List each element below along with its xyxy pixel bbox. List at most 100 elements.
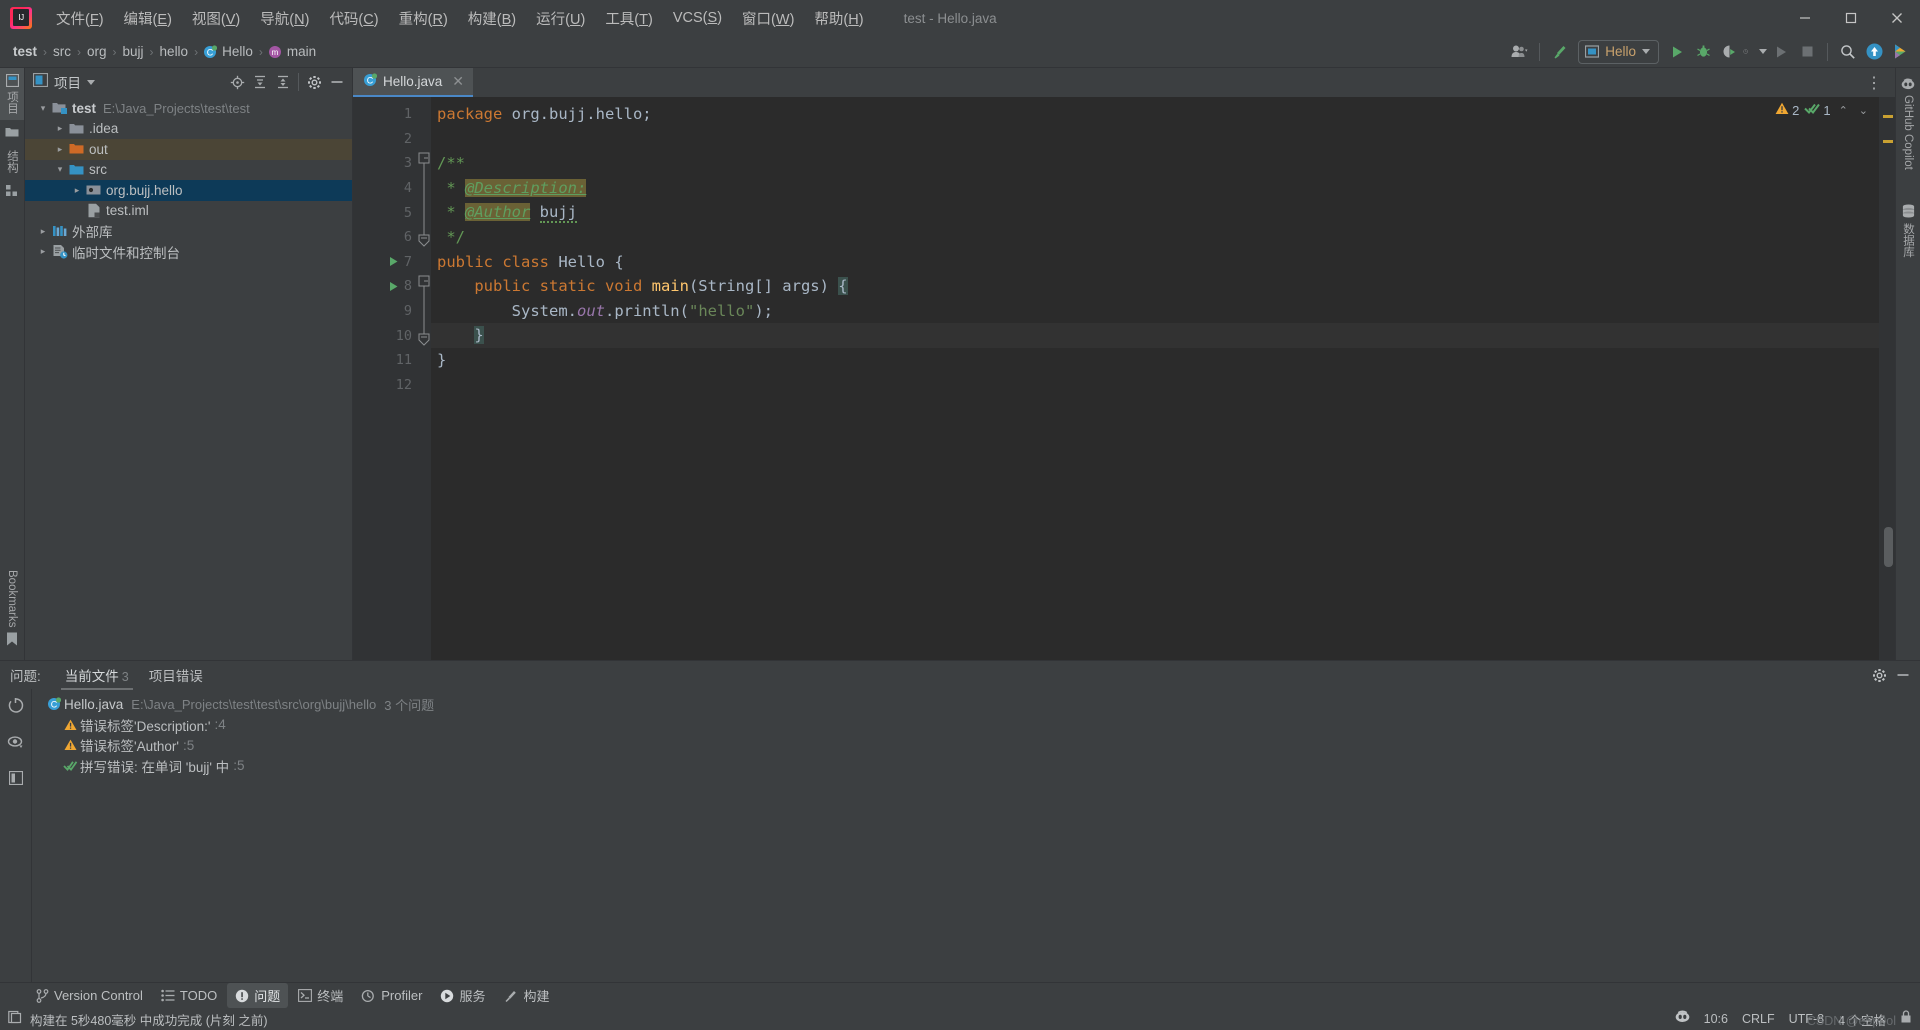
run-icon[interactable] [1665,40,1689,64]
editor-gutter[interactable]: 1 2 3 4 5 6 7 8 9 10 11 12 [353,97,417,660]
hide-panel-icon[interactable] [326,71,348,93]
close-icon[interactable]: ✕ [452,73,464,90]
menu-item-8[interactable]: 工具(T) [595,5,663,32]
gutter-line-5[interactable]: 5 [353,200,417,225]
menu-item-6[interactable]: 构建(B) [458,5,526,32]
gutter-line-9[interactable]: 9 [353,299,417,324]
tree-node-org.bujj.hello[interactable]: ▸ org.bujj.hello [25,180,352,201]
breadcrumb-item-bujj[interactable]: bujj [118,42,149,61]
rerun-icon[interactable] [1769,40,1793,64]
code-line-1[interactable]: package org.bujj.hello; [431,102,1879,127]
maximize-button[interactable] [1828,0,1874,36]
code-folding-column[interactable] [417,97,431,660]
menu-item-0[interactable]: 文件(F) [46,5,114,32]
stripe-item-bookmarks[interactable]: Bookmarks [2,564,22,652]
hammer-icon[interactable] [1548,40,1572,64]
problem-row-2[interactable]: 拼写错误: 在单词 'bujj' 中:5 [32,756,1920,777]
breadcrumb-item-org[interactable]: org [82,42,112,61]
breadcrumb-item-Hello[interactable]: Hello [217,42,258,61]
account-icon[interactable] [1507,40,1531,64]
menu-item-4[interactable]: 代码(C) [319,5,388,32]
toolwindow-button-Profiler[interactable]: Profiler [353,985,430,1006]
breadcrumb-item-src[interactable]: src [48,42,76,61]
chevron-right-icon[interactable]: ▸ [52,144,68,155]
line-separator[interactable]: CRLF [1742,1012,1775,1026]
breadcrumb-item-main[interactable]: main [282,42,321,61]
tree-node-外部库[interactable]: ▸ 外部库 [25,221,352,242]
run-gutter-icon[interactable] [386,256,400,267]
search-icon[interactable] [1836,40,1860,64]
problems-tab-0[interactable]: 当前文件 3 [55,661,139,690]
menu-item-9[interactable]: VCS(S) [663,7,732,29]
code-line-10[interactable]: } [431,323,1879,348]
profiler-icon[interactable] [1743,40,1767,64]
editor-tab-hello-java[interactable]: C Hello.java ✕ [353,68,474,97]
settings-icon[interactable] [303,71,325,93]
toolwindow-button-Version Control[interactable]: Version Control [28,985,151,1006]
code-line-3[interactable]: /** [431,151,1879,176]
code-line-11[interactable]: } [431,348,1879,373]
tree-node-test.iml[interactable]: test.iml [25,201,352,222]
code-line-2[interactable] [431,127,1879,152]
code-line-5[interactable]: * @Author bujj [431,200,1879,225]
chevron-down-icon[interactable] [87,79,95,85]
chevron-down-icon[interactable]: ▾ [52,164,68,175]
problems-file-row[interactable]: C Hello.java E:\Java_Projects\test\test\sr… [32,694,1920,715]
copilot-status-icon[interactable] [1675,1010,1690,1028]
gutter-line-4[interactable]: 4 [353,176,417,201]
chevron-right-icon[interactable]: ▸ [69,185,85,196]
menu-item-11[interactable]: 帮助(H) [804,5,873,32]
tree-node-.idea[interactable]: ▸ .idea [25,119,352,140]
breadcrumb-item-hello[interactable]: hello [155,42,194,61]
gutter-line-12[interactable]: 12 [353,373,417,398]
gutter-line-3[interactable]: 3 [353,151,417,176]
warning-count[interactable]: 2 [1775,102,1799,118]
typo-count[interactable]: 1 [1804,102,1831,118]
problem-row-0[interactable]: 错误标签'Description:':4 [32,715,1920,736]
toolwindow-button-TODO[interactable]: TODO [153,985,225,1006]
editor-scrollbar-thumb[interactable] [1884,527,1893,567]
minimize-button[interactable] [1782,0,1828,36]
next-problem-icon[interactable]: ⌄ [1856,104,1871,117]
stripe-item-copilot[interactable]: GitHub Copilot [1897,72,1919,176]
gutter-line-1[interactable]: 1 [353,102,417,127]
stripe-item-database[interactable]: 数据库 [1896,198,1920,264]
problem-row-1[interactable]: 错误标签'Author':5 [32,735,1920,756]
stripe-item-project[interactable]: 项目 [0,68,24,120]
toolwindow-button-问题[interactable]: 问题 [227,983,289,1008]
menu-item-3[interactable]: 导航(N) [250,5,319,32]
ai-assistant-icon[interactable] [1888,40,1912,64]
collapse-all-icon[interactable] [272,71,294,93]
more-options-icon[interactable]: ⋮ [1860,73,1889,93]
gutter-line-2[interactable]: 2 [353,127,417,152]
code-line-8[interactable]: public static void main(String[] args) { [431,274,1879,299]
close-button[interactable] [1874,0,1920,36]
menu-item-1[interactable]: 编辑(E) [114,5,182,32]
lock-icon[interactable] [1900,1010,1912,1028]
gutter-line-11[interactable]: 11 [353,348,417,373]
settings-icon[interactable] [1868,664,1890,686]
stripe-item-structure[interactable]: 结构 [0,144,24,179]
menu-item-5[interactable]: 重构(R) [389,5,458,32]
tree-node-test[interactable]: ▾ test E:\Java_Projects\test\test [25,98,352,119]
code-line-12[interactable] [431,373,1879,398]
menu-item-2[interactable]: 视图(V) [182,5,250,32]
layout-icon[interactable] [8,770,23,790]
code-line-6[interactable]: */ [431,225,1879,250]
debug-icon[interactable] [1691,40,1715,64]
gutter-line-8[interactable]: 8 [353,274,417,299]
stop-icon[interactable] [1795,40,1819,64]
run-configuration-selector[interactable]: Hello [1578,39,1659,64]
gutter-line-7[interactable]: 7 [353,250,417,275]
editor-error-stripe[interactable] [1879,97,1895,660]
toolwindow-button-终端[interactable]: 终端 [290,983,351,1008]
expand-all-icon[interactable] [249,71,271,93]
toolwindow-button-服务[interactable]: 服务 [432,983,493,1008]
error-stripe-mark[interactable] [1883,140,1893,143]
inspection-widget[interactable]: 2 1 ⌃ ⌄ [1775,102,1871,118]
error-stripe-mark[interactable] [1883,115,1893,118]
run-gutter-icon[interactable] [386,281,400,292]
update-project-icon[interactable] [1862,40,1886,64]
gutter-line-10[interactable]: 10 [353,323,417,348]
code-content[interactable]: package org.bujj.hello; /** * @Descripti… [431,97,1879,660]
